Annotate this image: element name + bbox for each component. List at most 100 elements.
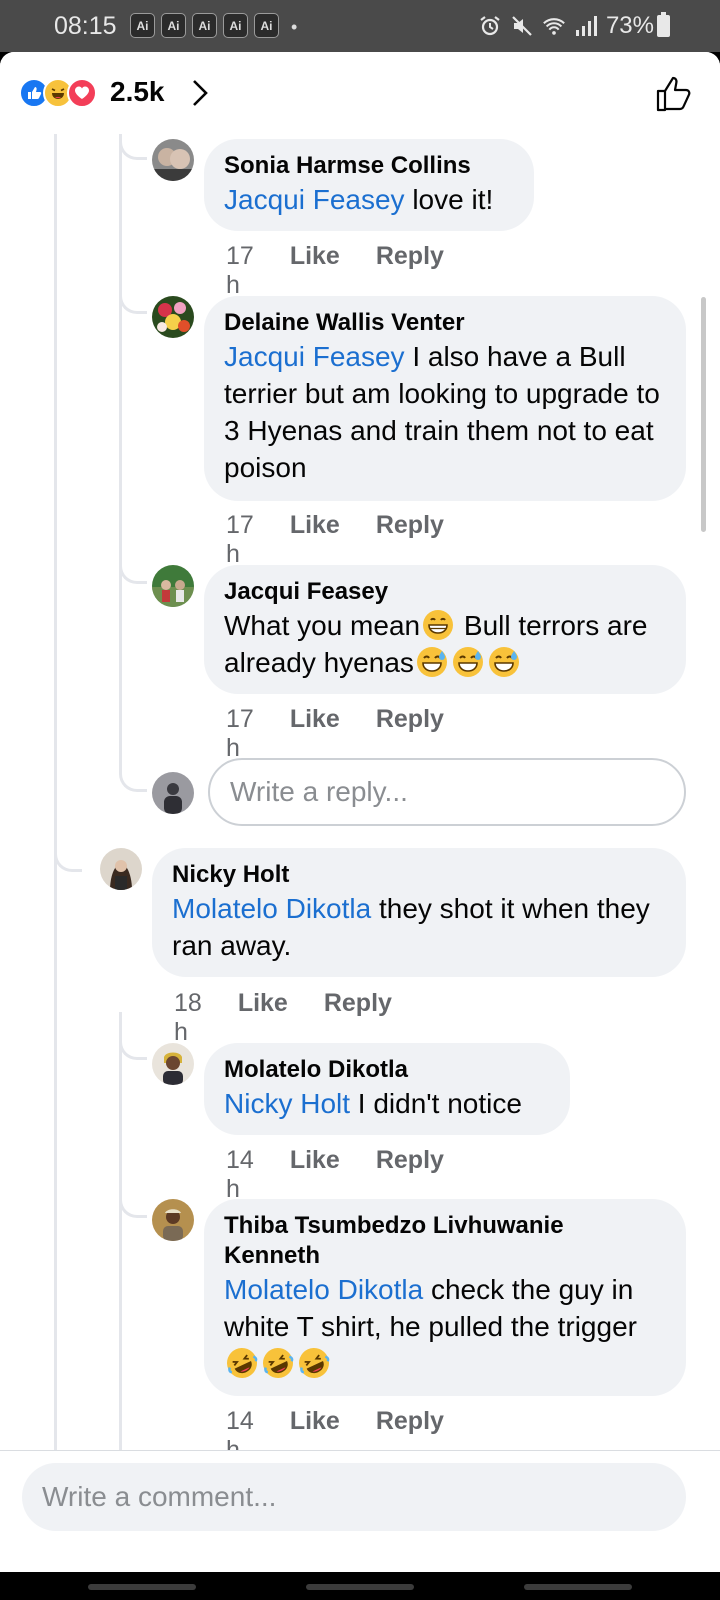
comment-time: 14 h — [226, 1146, 254, 1203]
wifi-icon — [542, 14, 566, 38]
thumbs-up-icon[interactable] — [652, 72, 696, 116]
rofl-emoji-icon — [225, 1346, 259, 1380]
thread-line — [119, 134, 122, 774]
avatar[interactable] — [152, 1043, 194, 1085]
status-bar: 08:15 Ai Ai Ai Ai Ai • 73% — [0, 0, 720, 52]
avatar[interactable] — [100, 848, 142, 890]
comment-actions: 18 h Like Reply — [174, 989, 392, 1047]
notification-badge: Ai — [223, 13, 248, 38]
sweat-smile-emoji-icon — [487, 645, 521, 679]
avatar[interactable] — [152, 296, 194, 338]
comments-sheet: 2.5k Sonia Harmse Collins Jacqui Feasey … — [0, 52, 720, 1572]
mute-icon — [510, 14, 534, 38]
notification-badges: Ai Ai Ai Ai Ai — [130, 13, 279, 38]
reply-button[interactable]: Reply — [324, 989, 392, 1047]
comment-author[interactable]: Nicky Holt — [172, 860, 666, 890]
comment-text: Nicky Holt I didn't notice — [224, 1085, 550, 1122]
recents-button[interactable] — [88, 1584, 196, 1590]
signal-icon — [574, 14, 598, 38]
reply-button[interactable]: Reply — [376, 242, 444, 300]
avatar[interactable] — [152, 139, 194, 181]
notification-badge: Ai — [161, 13, 186, 38]
comment-author[interactable]: Molatelo Dikotla — [224, 1055, 550, 1085]
comment-time: 17 h — [226, 705, 254, 762]
like-button[interactable]: Like — [290, 242, 340, 300]
thread-connector — [119, 1192, 147, 1218]
thread-connector — [54, 846, 82, 872]
comment-time: 18 h — [174, 989, 202, 1046]
reaction-count[interactable]: 2.5k — [110, 76, 165, 108]
rofl-emoji-icon — [261, 1346, 295, 1380]
comment-bubble: Nicky Holt Molatelo Dikotla they shot it… — [152, 848, 686, 977]
home-button[interactable] — [306, 1584, 414, 1590]
comment-body: I didn't notice — [350, 1088, 522, 1119]
like-button[interactable]: Like — [290, 511, 340, 569]
comment-time: 17 h — [226, 511, 254, 568]
reply-button[interactable]: Reply — [376, 1146, 444, 1204]
reply-button[interactable]: Reply — [376, 705, 444, 763]
thread-connector — [119, 766, 147, 792]
grinning-emoji-icon — [421, 608, 455, 642]
mention-link[interactable]: Jacqui Feasey — [224, 341, 405, 372]
thread-connector — [119, 288, 147, 314]
comment-text: Molatelo Dikotla check the guy in white … — [224, 1271, 666, 1382]
mention-link[interactable]: Jacqui Feasey — [224, 184, 405, 215]
rofl-emoji-icon — [297, 1346, 331, 1380]
clock: 08:15 — [54, 12, 117, 40]
my-avatar — [152, 772, 194, 814]
system-nav-bar — [0, 1572, 720, 1600]
comment-actions: 17 h Like Reply — [226, 511, 444, 569]
comment-actions: 17 h Like Reply — [226, 242, 444, 300]
like-button[interactable]: Like — [290, 705, 340, 763]
comment-bubble: Delaine Wallis Venter Jacqui Feasey I al… — [204, 296, 686, 501]
comment-body: love it! — [404, 184, 494, 215]
comment-text: Molatelo Dikotla they shot it when they … — [172, 890, 666, 964]
reaction-summary[interactable] — [19, 78, 97, 108]
battery-percent: 73% — [605, 12, 654, 39]
thread-connector — [119, 558, 147, 584]
thread-connector — [119, 134, 147, 160]
comment-bubble: Thiba Tsumbedzo Livhuwanie Kenneth Molat… — [204, 1199, 686, 1396]
avatar[interactable] — [152, 565, 194, 607]
comment-bubble: Molatelo Dikotla Nicky Holt I didn't not… — [204, 1043, 570, 1135]
comment-input[interactable]: Write a comment... — [22, 1463, 686, 1531]
comment-author[interactable]: Sonia Harmse Collins — [224, 151, 514, 181]
chevron-right-icon[interactable] — [184, 76, 216, 110]
comment-author[interactable]: Delaine Wallis Venter — [224, 308, 666, 338]
alarm-icon — [478, 14, 502, 38]
like-button[interactable]: Like — [290, 1146, 340, 1204]
thread-connector — [119, 1034, 147, 1060]
comment-author[interactable]: Thiba Tsumbedzo Livhuwanie Kenneth — [224, 1211, 666, 1271]
sweat-smile-emoji-icon — [415, 645, 449, 679]
mention-link[interactable]: Molatelo Dikotla — [224, 1274, 423, 1305]
comment-text: What you mean Bull terrors are already h… — [224, 607, 666, 681]
like-button[interactable]: Like — [238, 989, 288, 1047]
sweat-smile-emoji-icon — [451, 645, 485, 679]
comment-actions: 17 h Like Reply — [226, 705, 444, 763]
notification-badge: Ai — [192, 13, 217, 38]
comment-author[interactable]: Jacqui Feasey — [224, 577, 666, 607]
notification-badge: Ai — [254, 13, 279, 38]
comment-text: Jacqui Feasey love it! — [224, 181, 514, 218]
mention-link[interactable]: Nicky Holt — [224, 1088, 350, 1119]
notification-badge: Ai — [130, 13, 155, 38]
reactions-header: 2.5k — [0, 52, 720, 134]
comment-bubble: Jacqui Feasey What you mean Bull terrors… — [204, 565, 686, 694]
comment-actions: 14 h Like Reply — [226, 1146, 444, 1204]
comment-time: 17 h — [226, 242, 254, 299]
scrollbar[interactable] — [701, 297, 706, 532]
reply-input[interactable]: Write a reply... — [208, 758, 686, 826]
back-button[interactable] — [524, 1584, 632, 1590]
comment-text: Jacqui Feasey I also have a Bull terrier… — [224, 338, 666, 486]
comment-composer: Write a comment... — [0, 1450, 720, 1572]
battery-icon — [657, 12, 670, 37]
more-notifications-dot: • — [291, 17, 298, 37]
avatar[interactable] — [152, 1199, 194, 1241]
love-reaction-icon — [67, 78, 97, 108]
mention-link[interactable]: Molatelo Dikotla — [172, 893, 371, 924]
thread-line — [54, 134, 57, 1450]
comment-bubble: Sonia Harmse Collins Jacqui Feasey love … — [204, 139, 534, 231]
reply-button[interactable]: Reply — [376, 511, 444, 569]
thread-line — [119, 1012, 122, 1450]
comment-body: What you mean — [224, 610, 421, 641]
